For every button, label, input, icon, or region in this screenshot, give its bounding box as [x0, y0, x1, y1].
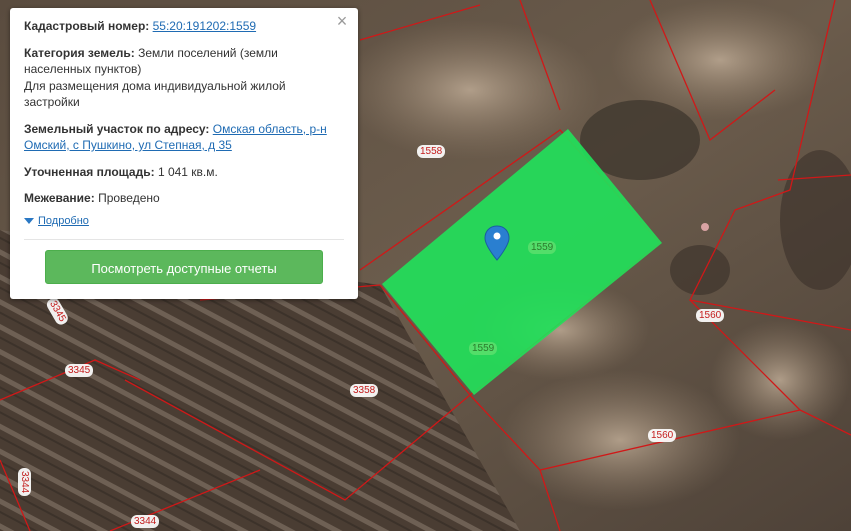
plot-label-3358: 3358 — [350, 384, 379, 397]
plot-label-1559-top: 1559 — [528, 241, 557, 254]
caret-down-icon — [24, 217, 34, 224]
survey-label: Межевание: — [24, 191, 95, 205]
plot-label-3345: 3345 — [65, 364, 94, 377]
plot-label-1559-bottom: 1559 — [469, 342, 498, 355]
view-reports-button[interactable]: Посмотреть доступные отчеты — [45, 249, 323, 284]
usage-value: Для размещения дома индивидуальной жилой… — [24, 78, 286, 110]
cadastral-number-link[interactable]: 55:20:191202:1559 — [153, 19, 256, 33]
plot-info-popup: × Кадастровый номер: 55:20:191202:1559 К… — [10, 8, 358, 299]
close-icon[interactable]: × — [334, 12, 350, 30]
cadastral-number-row: Кадастровый номер: 55:20:191202:1559 — [24, 18, 344, 35]
area-label: Уточненная площадь: — [24, 164, 155, 179]
survey-value: Проведено — [98, 191, 160, 205]
land-category-row: Категория земель: Земли поселений (земли… — [24, 45, 344, 111]
plot-label-1560-bottom: 1560 — [648, 429, 677, 442]
cadastral-label: Кадастровый номер: — [24, 19, 150, 33]
divider — [24, 238, 344, 240]
address-label: Земельный участок по адресу: — [24, 121, 210, 136]
address-row: Земельный участок по адресу: Омская обла… — [24, 121, 344, 154]
map-point-icon — [701, 223, 709, 231]
survey-row: Межевание: Проведено — [24, 190, 344, 207]
details-toggle[interactable]: Подробно — [24, 215, 344, 227]
category-label: Категория земель: — [24, 45, 135, 60]
plot-label-3344-vert: 3344 — [18, 468, 31, 497]
details-link[interactable]: Подробно — [38, 215, 89, 227]
plot-label-3344: 3344 — [131, 515, 160, 528]
plot-label-1560-right: 1560 — [696, 309, 725, 322]
area-value: 1 041 кв.м. — [157, 164, 218, 179]
plot-label-1558: 1558 — [417, 145, 446, 158]
area-row: Уточненная площадь: 1 041 кв.м. — [24, 164, 344, 181]
